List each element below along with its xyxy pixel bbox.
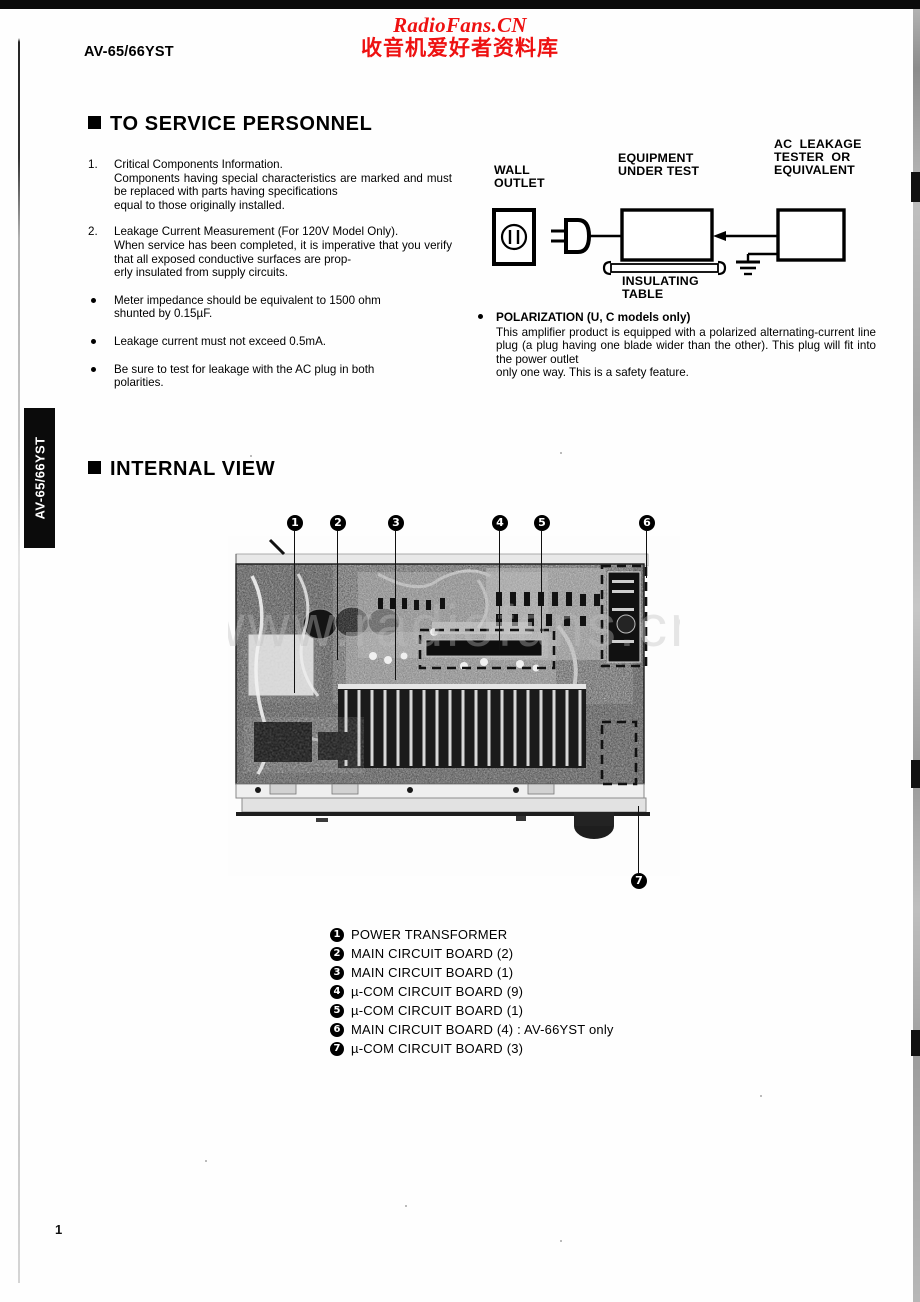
callout-leader-line xyxy=(294,531,296,693)
legend-bullet-2: 2 xyxy=(330,946,344,961)
bullet-dot-icon xyxy=(91,366,96,372)
legend-item: 2 MAIN CIRCUIT BOARD (2) xyxy=(330,944,660,963)
polarization-title: POLARIZATION (U, C models only) xyxy=(496,310,691,324)
svg-text:www.radiofans.cn: www.radiofans.cn xyxy=(228,594,680,659)
legend-item: 7 µ-COM CIRCUIT BOARD (3) xyxy=(330,1039,660,1058)
legend-label: µ-COM CIRCUIT BOARD (9) xyxy=(351,984,524,999)
item-body-last-line: erly insulated from supply circuits. xyxy=(114,266,288,280)
legend-item: 5 µ-COM CIRCUIT BOARD (1) xyxy=(330,1001,660,1020)
item-title: Critical Components Information. xyxy=(114,158,283,171)
item-body: Components having special characteristic… xyxy=(114,171,452,199)
side-tab-label: AV-65/66YST xyxy=(32,436,47,520)
scan-speck xyxy=(560,452,562,454)
scan-speck xyxy=(205,1160,207,1162)
bullet-item: Leakage current must not exceed 0.5mA. xyxy=(88,335,452,349)
legend-bullet-3: 3 xyxy=(330,965,344,980)
scan-edge-blob xyxy=(911,1030,920,1056)
polarization-block: POLARIZATION (U, C models only) This amp… xyxy=(478,310,876,380)
scan-speck xyxy=(760,1095,762,1097)
bullet-body-last-line: Leakage current must not exceed 0.5mA. xyxy=(114,334,327,348)
callout-marker-3: 3 xyxy=(388,515,404,531)
bullet-body: Be sure to test for leakage with the AC … xyxy=(114,362,375,376)
legend-label: MAIN CIRCUIT BOARD (4) : AV-66YST only xyxy=(351,1022,614,1037)
callout-marker-4: 4 xyxy=(492,515,508,531)
callout-marker-1: 1 xyxy=(287,515,303,531)
model-code: AV-65/66YST xyxy=(84,44,174,60)
legend-item: 3 MAIN CIRCUIT BOARD (1) xyxy=(330,963,660,982)
list-number: 1. xyxy=(88,158,98,171)
page-number: 1 xyxy=(55,1222,63,1237)
label-insulating-table: INSULATING TABLE xyxy=(622,274,699,302)
bullet-dot-icon xyxy=(91,297,96,303)
item-title: Leakage Current Measurement (For 120V Mo… xyxy=(114,225,399,239)
item-body: When service has been completed, it is i… xyxy=(114,238,452,266)
legend-bullet-5: 5 xyxy=(330,1003,344,1018)
legend-label: POWER TRANSFORMER xyxy=(351,927,508,942)
label-ac-leakage-tester: AC LEAKAGE TESTER OR EQUIVALENT xyxy=(774,137,862,178)
scan-speck xyxy=(250,455,252,457)
legend-item: 1 POWER TRANSFORMER xyxy=(330,925,660,944)
bullet-item: Be sure to test for leakage with the AC … xyxy=(88,363,452,390)
legend-item: 6 MAIN CIRCUIT BOARD (4) : AV-66YST only xyxy=(330,1020,660,1039)
callout-leader-line xyxy=(646,531,648,578)
side-tab-model: AV-65/66YST xyxy=(24,408,55,548)
scan-edge-blob xyxy=(911,760,920,788)
internal-view-photo: www.radiofans.cn xyxy=(202,536,702,876)
service-personnel-text-column: 1. Critical Components Information. Comp… xyxy=(88,158,452,390)
legend-bullet-7: 7 xyxy=(330,1041,344,1056)
internal-view-legend: 1 POWER TRANSFORMER 2 MAIN CIRCUIT BOARD… xyxy=(330,925,660,1058)
bullet-body-last-line: polarities. xyxy=(114,376,164,390)
legend-bullet-4: 4 xyxy=(330,984,344,999)
callout-marker-2: 2 xyxy=(330,515,346,531)
polarization-body-last-line: only one way. This is a safety feature. xyxy=(496,366,689,380)
legend-item: 4 µ-COM CIRCUIT BOARD (9) xyxy=(330,982,660,1001)
watermark-site-name: RadioFans.CN xyxy=(393,13,527,37)
section-heading-service-personnel: TO SERVICE PERSONNEL xyxy=(88,113,372,136)
scan-speck xyxy=(560,1240,562,1242)
section-heading-service-personnel-label: TO SERVICE PERSONNEL xyxy=(110,113,373,135)
bullet-body: Meter impedance should be equivalent to … xyxy=(114,293,381,307)
leakage-test-diagram: WALL OUTLET EQUIPMENT UNDER TEST AC LEAK… xyxy=(486,137,898,301)
callout-leader-line xyxy=(499,531,501,650)
callout-leader-line xyxy=(638,806,640,873)
scan-edge-blob xyxy=(911,172,920,202)
scan-speck xyxy=(405,1205,407,1207)
polarization-body: This amplifier product is equipped with … xyxy=(496,326,876,366)
legend-bullet-6: 6 xyxy=(330,1022,344,1037)
legend-label: MAIN CIRCUIT BOARD (1) xyxy=(351,965,514,980)
legend-label: µ-COM CIRCUIT BOARD (3) xyxy=(351,1041,524,1056)
section-heading-internal-view: INTERNAL VIEW xyxy=(88,458,275,481)
legend-label: MAIN CIRCUIT BOARD (2) xyxy=(351,946,514,961)
scan-top-edge-artifact xyxy=(0,0,920,9)
legend-label: µ-COM CIRCUIT BOARD (1) xyxy=(351,1003,524,1018)
scan-left-line-artifact xyxy=(18,38,20,1283)
bullet-dot-icon xyxy=(91,338,96,344)
section-heading-internal-view-label: INTERNAL VIEW xyxy=(110,458,276,480)
square-bullet-icon xyxy=(88,116,101,129)
square-bullet-icon xyxy=(88,461,101,474)
scan-right-edge-artifact xyxy=(913,9,920,1302)
callout-marker-5: 5 xyxy=(534,515,550,531)
callout-marker-7: 7 xyxy=(631,873,647,889)
list-number: 2. xyxy=(88,225,98,239)
bullet-item: Meter impedance should be equivalent to … xyxy=(88,294,452,321)
callout-leader-line xyxy=(541,531,543,633)
label-equipment-under-test: EQUIPMENT UNDER TEST xyxy=(618,151,700,179)
bullet-dot-icon xyxy=(478,314,483,319)
internal-view-photo-svg: www.radiofans.cn xyxy=(202,536,702,876)
numbered-item: 1. Critical Components Information. Comp… xyxy=(88,158,452,212)
callout-leader-line xyxy=(337,531,339,660)
bullet-body-last-line: shunted by 0.15µF. xyxy=(114,307,213,321)
item-body-last-line: equal to those originally installed. xyxy=(114,198,285,212)
callout-marker-6: 6 xyxy=(639,515,655,531)
manual-page: RadioFans.CN 收音机爱好者资料库 AV-65/66YST TO SE… xyxy=(0,0,920,1302)
callout-leader-line xyxy=(395,531,397,680)
legend-bullet-1: 1 xyxy=(330,927,344,942)
numbered-item: 2. Leakage Current Measurement (For 120V… xyxy=(88,225,452,279)
label-wall-outlet: WALL OUTLET xyxy=(494,163,545,191)
